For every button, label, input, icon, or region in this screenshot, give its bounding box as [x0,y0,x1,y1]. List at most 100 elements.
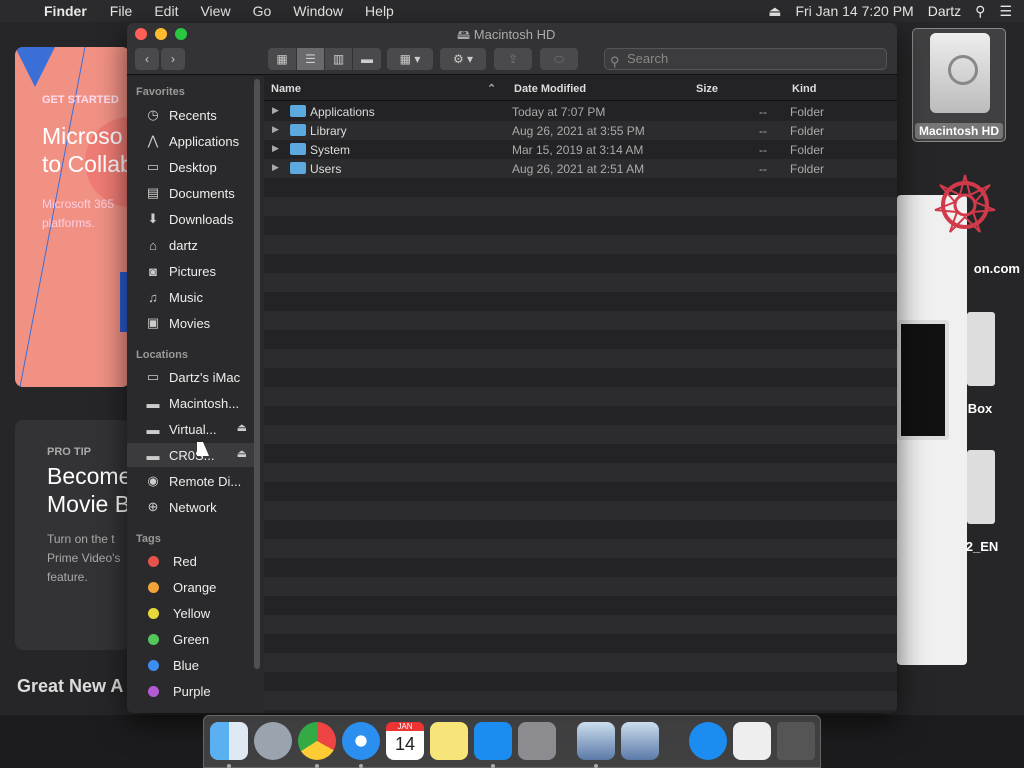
menu-view[interactable]: View [189,3,241,19]
sidebar-tag-green[interactable]: Green [127,627,254,651]
app-store-download-icon[interactable] [689,722,727,760]
sidebar-tag-purple[interactable]: Purple [127,679,254,703]
disclosure-triangle-icon[interactable]: ▶ [272,162,279,173]
sidebar-item-movies[interactable]: ▣ Movies [127,311,254,335]
launchpad-icon[interactable] [254,722,292,760]
sidebar-item-network[interactable]: ⊕ Network [127,495,254,519]
menu-help[interactable]: Help [354,3,405,19]
sidebar-item-pictures[interactable]: ◙ Pictures [127,259,254,283]
search-input[interactable]: ⚲ Search [604,48,887,70]
tags-button[interactable]: ⬭ [540,48,578,70]
sidebar-item-label: Virtual... [169,421,217,437]
menu-datetime[interactable]: Fri Jan 14 7:20 PM [795,3,913,19]
column-header-name[interactable]: Name ⌃ [271,78,496,100]
chrome-icon[interactable] [298,722,336,760]
header-divider [264,100,897,101]
sidebar-item-label: Documents [169,185,235,201]
column-header-date[interactable]: Date Modified [514,78,586,100]
icon-view-button[interactable]: ▦ [268,48,296,70]
safari-icon[interactable] [342,722,380,760]
sidebar-item-applications[interactable]: ⋀ Applications [127,129,254,153]
zoom-button[interactable] [175,28,187,40]
home-icon: ⌂ [149,237,157,253]
disclosure-triangle-icon[interactable]: ▶ [272,105,279,116]
menu-user[interactable]: Dartz [928,3,961,19]
sidebar-item-music[interactable]: ♫ Music [127,285,254,309]
title-bar[interactable]: 🖴 Macintosh HD ‹ › ▦ ☰ ▥ ▬ ▦ ▾ ⚙ ▾ ⇪ ⬭ ⚲… [127,23,897,75]
sidebar-item-label: Movies [169,315,211,331]
sidebar-item-label: Music [169,289,203,305]
disk-image-icon[interactable] [967,450,995,524]
eject-icon[interactable]: ⏏ [237,421,247,434]
sidebar-item-recents[interactable]: ◷ Recents [127,103,254,127]
forward-button[interactable]: › [161,48,185,70]
menu-bar: Finder File Edit View Go Window Help ⏏ F… [0,0,1024,22]
system-preferences-icon[interactable] [518,722,556,760]
eject-icon[interactable]: ⏏ [237,447,247,460]
trash-icon[interactable] [777,722,815,760]
menu-file[interactable]: File [99,3,144,19]
table-row[interactable]: ▶ Library Aug 26, 2021 at 3:55 PM -- Folder [264,121,897,140]
menu-go[interactable]: Go [242,3,283,19]
notification-center-icon[interactable]: ☰ [999,3,1012,20]
desktop-item-label[interactable]: on.com [940,261,1020,276]
sidebar-scrollbar[interactable] [254,79,260,669]
sidebar-tag-orange[interactable]: Orange [127,575,254,599]
sidebar-item-home[interactable]: ⌂ dartz [127,233,254,257]
desktop-item-label[interactable]: 2_EN [960,539,1004,554]
sidebar-item-downloads[interactable]: ⬇ Downloads [127,207,254,231]
back-button[interactable]: ‹ [135,48,159,70]
sidebar-item-remote-disc[interactable]: ◉ Remote Di... [127,469,254,493]
sidebar-item-documents[interactable]: ▤ Documents [127,181,254,205]
app-store-icon[interactable] [474,722,512,760]
virtualbox-icon[interactable] [577,722,615,760]
group-by-button[interactable]: ▦ ▾ [387,48,433,70]
minimize-button[interactable] [155,28,167,40]
menu-edit[interactable]: Edit [143,3,189,19]
app-logo-icon[interactable] [930,170,1000,240]
disclosure-triangle-icon[interactable]: ▶ [272,124,279,135]
menu-app-name[interactable]: Finder [40,3,99,19]
desktop-macintosh-hd[interactable]: Macintosh HD [912,28,1006,142]
sidebar-item-imac[interactable]: ▭ Dartz's iMac [127,365,254,389]
sidebar-item-virtual[interactable]: ▬ Virtual... ⏏ [127,417,254,441]
sidebar-tag-red[interactable]: Red [127,549,254,573]
calendar-icon[interactable]: JAN 14 [386,722,424,760]
spotlight-icon[interactable]: ⚲ [975,3,985,20]
sidebar-item-cr0s[interactable]: ▬ CR0S... ⏏ [127,443,254,467]
list-view-button[interactable]: ☰ [297,48,324,70]
sidebar-item-label: Green [173,631,210,647]
sidebar-tag-blue[interactable]: Blue [127,653,254,677]
close-button[interactable] [135,28,147,40]
virtualbox-icon[interactable] [621,722,659,760]
sidebar: Favorites ◷ Recents ⋀ Applications ▭ Deskto… [127,76,264,713]
tag-dot-icon [148,555,159,567]
disk-image-icon[interactable] [967,312,995,386]
menu-window[interactable]: Window [282,3,354,19]
finder-icon[interactable] [210,722,248,760]
file-size: -- [759,162,767,176]
promo-card[interactable]: GET STARTED Microso to Collab Microsoft … [15,47,130,387]
disclosure-triangle-icon[interactable]: ▶ [272,143,279,154]
gallery-view-button[interactable]: ▬ [353,48,381,70]
column-header-size[interactable]: Size [696,78,718,100]
column-header-kind[interactable]: Kind [792,78,816,100]
table-row[interactable]: ▶ Users Aug 26, 2021 at 2:51 AM -- Folder [264,159,897,178]
share-button[interactable]: ⇪ [494,48,532,70]
disk-icon: ▬ [146,395,160,411]
eject-menu-icon[interactable]: ⏏ [768,3,781,20]
sidebar-item-macintosh-hd[interactable]: ▬ Macintosh... [127,391,254,415]
notes-icon[interactable] [430,722,468,760]
table-row[interactable]: ▶ System Mar 15, 2019 at 3:14 AM -- Folder [264,140,897,159]
sidebar-tag-yellow[interactable]: Yellow [127,601,254,625]
disc-icon: ◉ [147,473,159,488]
desktop-item-label[interactable]: Box [960,401,1000,416]
table-row[interactable]: ▶ Applications Today at 7:07 PM -- Folder [264,102,897,121]
column-view-button[interactable]: ▥ [325,48,352,70]
disk-image-icon[interactable] [733,722,771,760]
action-gear-button[interactable]: ⚙ ▾ [440,48,486,70]
sidebar-item-desktop[interactable]: ▭ Desktop [127,155,254,179]
calendar-month: JAN [386,722,424,731]
promo-kicker: GET STARTED [42,94,119,106]
pro-tip-card[interactable]: PRO TIP Become Movie B Turn on the t Pri… [15,420,130,650]
